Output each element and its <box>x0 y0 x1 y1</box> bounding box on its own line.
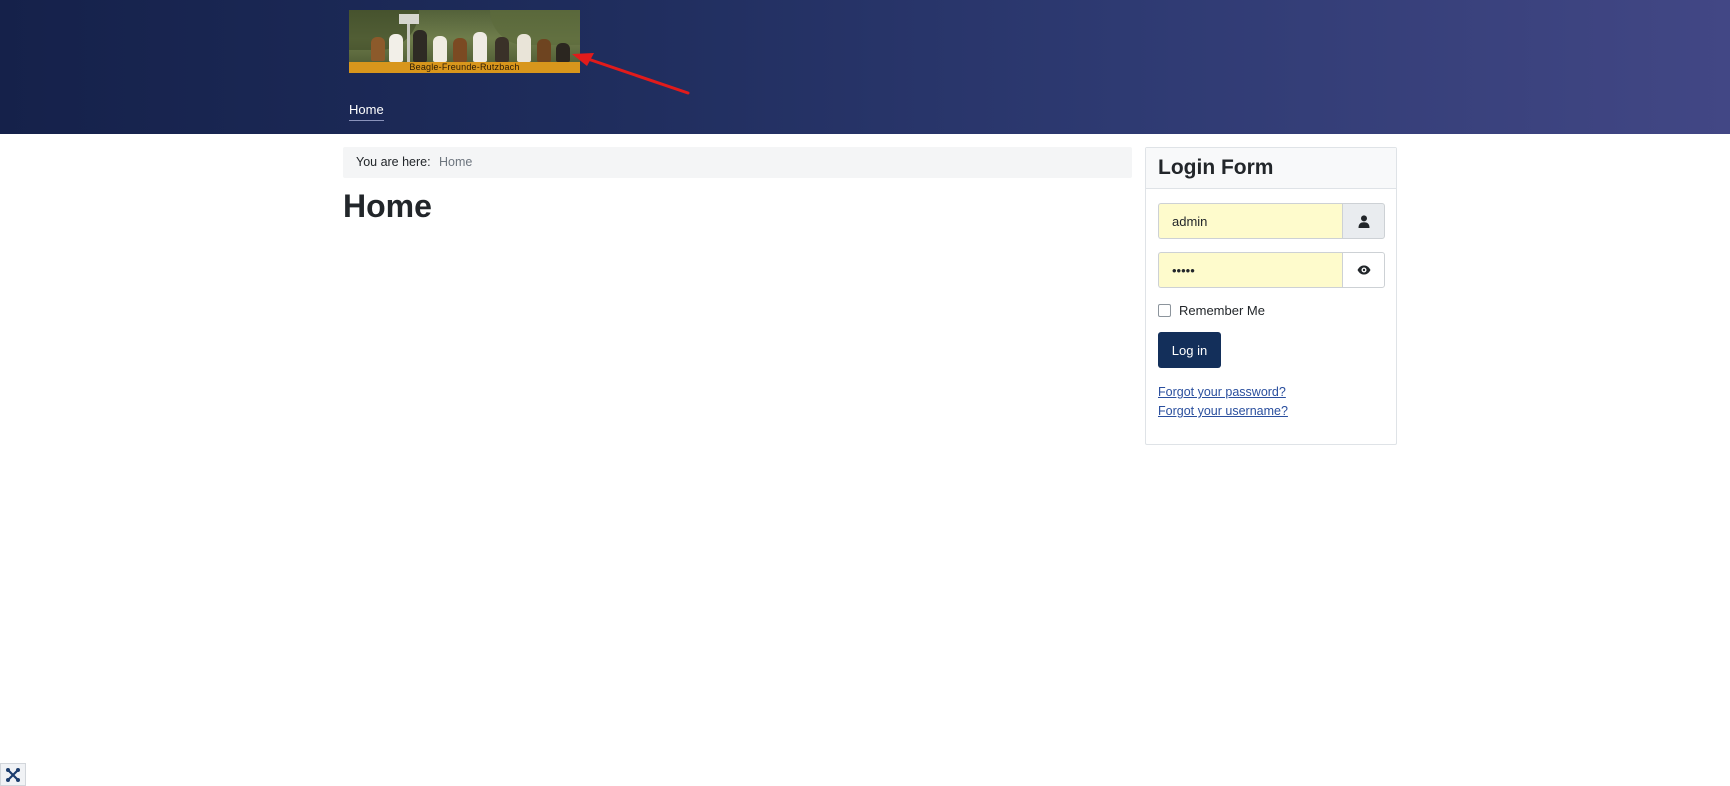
username-input[interactable] <box>1158 203 1342 239</box>
main-nav: Home <box>349 101 384 121</box>
beagle <box>537 39 551 62</box>
password-field-group <box>1158 252 1385 288</box>
breadcrumb-item-home: Home <box>439 155 473 169</box>
signpost <box>399 14 419 24</box>
beagle <box>453 38 467 62</box>
beagle <box>556 43 570 62</box>
page-title: Home <box>343 188 432 224</box>
forgot-password-link[interactable]: Forgot your password? <box>1158 385 1286 399</box>
site-logo[interactable]: Beagle-Freunde-Rutzbach <box>349 10 580 73</box>
beagle <box>473 32 487 62</box>
beagle <box>371 37 385 61</box>
remember-me-checkbox[interactable] <box>1158 304 1171 317</box>
remember-me-label: Remember Me <box>1179 303 1265 318</box>
remember-me[interactable]: Remember Me <box>1158 303 1265 318</box>
logo-banner-text: Beagle-Freunde-Rutzbach <box>349 62 580 73</box>
beagle <box>389 34 403 62</box>
beagle <box>517 34 531 62</box>
joomla-icon[interactable] <box>0 763 26 786</box>
site-header: Beagle-Freunde-Rutzbach Home <box>0 0 1730 134</box>
username-field-group <box>1158 203 1385 239</box>
breadcrumb: You are here: Home <box>343 147 1132 178</box>
password-input[interactable] <box>1158 252 1342 288</box>
login-form-module: Login Form Remember Me Log in Forgot you… <box>1145 147 1397 445</box>
breadcrumb-label: You are here: <box>356 155 431 169</box>
user-icon <box>1342 203 1385 239</box>
login-button[interactable]: Log in <box>1158 332 1221 368</box>
beagle <box>433 36 447 62</box>
beagle <box>413 30 427 62</box>
nav-item-home[interactable]: Home <box>349 102 384 121</box>
forgot-username-link[interactable]: Forgot your username? <box>1158 404 1288 418</box>
eye-icon[interactable] <box>1342 252 1385 288</box>
red-arrow-icon <box>572 53 690 95</box>
login-form-title: Login Form <box>1158 156 1274 179</box>
beagle <box>495 37 509 62</box>
